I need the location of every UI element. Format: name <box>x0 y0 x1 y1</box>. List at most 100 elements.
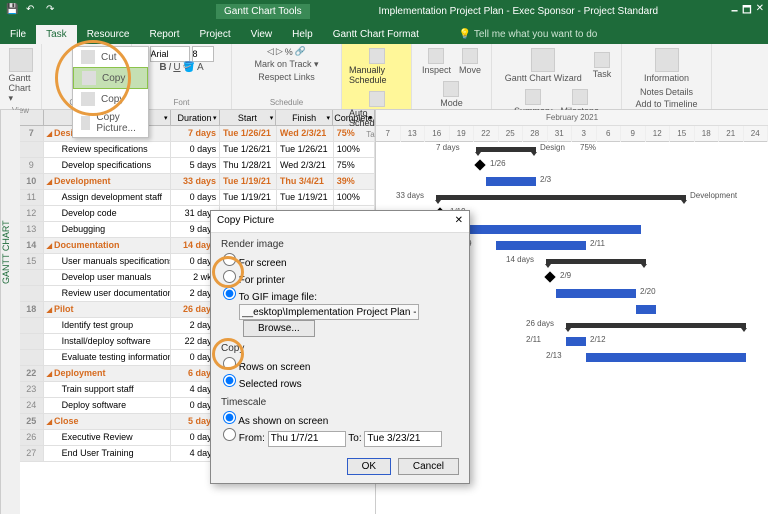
picture-icon <box>81 116 90 130</box>
undo-icon[interactable]: ↶ <box>26 4 40 18</box>
ok-button[interactable]: OK <box>347 458 391 475</box>
title-bar: 💾 ↶ ↷ Gantt Chart Tools Implementation P… <box>0 0 768 22</box>
information-button[interactable]: Information <box>638 46 695 85</box>
move-icon <box>462 48 478 64</box>
ribbon-tabs: File Task Resource Report Project View H… <box>0 22 768 44</box>
tab-task[interactable]: Task <box>36 25 77 44</box>
copy-icon <box>81 92 95 106</box>
menu-copy-picture[interactable]: Copy Picture... <box>73 109 148 137</box>
radio-selected-rows[interactable]: Selected rows <box>221 374 459 390</box>
task-icon <box>594 52 610 68</box>
tab-resource[interactable]: Resource <box>77 25 140 44</box>
col-duration[interactable]: Duration▾ <box>171 110 220 125</box>
respect-links-button[interactable]: Respect Links <box>258 72 315 82</box>
quick-access-toolbar: 💾 ↶ ↷ <box>0 4 66 18</box>
to-date-input[interactable] <box>364 431 442 447</box>
gantt-bar <box>436 195 686 200</box>
tab-view[interactable]: View <box>241 25 283 44</box>
tab-report[interactable]: Report <box>140 25 190 44</box>
timescale-legend: Timescale <box>221 397 459 408</box>
outdent-icon[interactable]: ◁ <box>267 46 274 57</box>
render-legend: Render image <box>221 239 459 250</box>
gantt-bar <box>546 259 646 264</box>
mode-button[interactable]: Mode <box>437 79 466 110</box>
col-finish[interactable]: Finish▾ <box>276 110 333 125</box>
gantt-bar <box>496 241 586 250</box>
radio-from[interactable]: From: To: <box>221 428 459 447</box>
cut-icon <box>81 50 95 64</box>
copy-picture-dialog: Copy Picture ✕ Render image For screen F… <box>210 210 470 484</box>
table-row[interactable]: 9Develop specifications5 daysThu 1/28/21… <box>20 158 375 174</box>
from-date-input[interactable] <box>268 431 346 447</box>
timescale: February 2021 71316192225283136912151821… <box>376 110 768 142</box>
radio-for-printer[interactable]: For printer <box>221 270 459 286</box>
dialog-close-button[interactable]: ✕ <box>455 215 463 228</box>
redo-icon[interactable]: ↷ <box>46 4 60 18</box>
ribbon: Gantt Chart ▾ View Paste Cut Copy Copy C… <box>0 44 768 110</box>
font-name-input[interactable] <box>150 46 190 62</box>
milestone-marker <box>474 159 485 170</box>
table-row[interactable]: Review specifications0 daysTue 1/26/21Tu… <box>20 142 375 158</box>
menu-copy[interactable]: Copy <box>73 67 148 89</box>
radio-rows-screen[interactable]: Rows on screen <box>221 357 459 373</box>
timeline-button[interactable]: Add to Timeline <box>635 99 697 109</box>
indent-icon[interactable]: ▷ <box>276 46 283 57</box>
gantt-bar <box>556 289 636 298</box>
font-color-icon[interactable]: A <box>197 62 204 73</box>
percent-icon[interactable]: % <box>285 47 293 57</box>
col-start[interactable]: Start▾ <box>220 110 277 125</box>
gif-path-input[interactable] <box>239 304 419 320</box>
details-button[interactable]: Details <box>666 87 694 97</box>
underline-button[interactable]: U <box>173 62 180 73</box>
tab-file[interactable]: File <box>0 25 36 44</box>
minimize-icon[interactable]: 🗕 <box>731 3 738 20</box>
gantt-bar <box>586 353 746 362</box>
gantt-icon <box>9 48 33 72</box>
notes-button[interactable]: Notes <box>640 87 664 97</box>
gantt-bar <box>636 305 656 314</box>
gantt-chart-button[interactable]: Gantt Chart ▾ <box>3 46 39 106</box>
tell-me[interactable]: 💡 Tell me what you want to do <box>449 25 607 44</box>
browse-button[interactable]: Browse... <box>243 320 315 337</box>
inspect-button[interactable]: Inspect <box>419 46 454 77</box>
radio-for-screen[interactable]: For screen <box>221 253 459 269</box>
move-button[interactable]: Move <box>456 46 484 77</box>
italic-button[interactable]: I <box>169 62 172 73</box>
close-icon[interactable]: ✕ <box>756 3 764 20</box>
context-tab-label: Gantt Chart Tools <box>216 4 310 19</box>
cancel-button[interactable]: Cancel <box>398 458 459 475</box>
menu-copy-2[interactable]: Copy <box>73 89 148 109</box>
table-row[interactable]: 11Assign development staff0 daysTue 1/19… <box>20 190 375 206</box>
save-icon[interactable]: 💾 <box>6 4 20 18</box>
gantt-bar <box>486 177 536 186</box>
gantt-wizard-button[interactable]: Gantt Chart Wizard <box>499 46 588 85</box>
mark-on-track-button[interactable]: Mark on Track ▾ <box>254 59 318 70</box>
tab-project[interactable]: Project <box>190 25 241 44</box>
document-title: Implementation Project Plan - Exec Spons… <box>310 6 727 17</box>
manual-schedule-button[interactable]: Manually Schedule <box>346 46 407 87</box>
fill-color-icon[interactable]: 🪣 <box>183 62 195 73</box>
gantt-bar <box>441 225 641 234</box>
task-button[interactable]: Task <box>590 50 615 81</box>
menu-cut[interactable]: Cut <box>73 47 148 67</box>
copy-legend: Copy <box>221 343 459 354</box>
gantt-bar <box>476 147 536 152</box>
wizard-icon <box>531 48 555 72</box>
mode-icon <box>443 81 459 97</box>
font-size-input[interactable] <box>192 46 214 62</box>
copy-icon <box>82 71 96 85</box>
view-sidebar-label: GANTT CHART <box>0 110 20 514</box>
table-row[interactable]: 10Development33 daysTue 1/19/21Thu 3/4/2… <box>20 174 375 190</box>
milestone-marker <box>544 271 555 282</box>
radio-to-gif[interactable]: To GIF image file: <box>221 287 459 303</box>
gantt-bar <box>566 323 746 328</box>
col-complete[interactable]: Complete▾ <box>333 110 375 125</box>
gantt-bar <box>566 337 586 346</box>
tab-format[interactable]: Gantt Chart Format <box>323 25 429 44</box>
tab-help[interactable]: Help <box>282 25 323 44</box>
radio-as-shown[interactable]: As shown on screen <box>221 411 459 427</box>
col-id[interactable] <box>20 110 44 125</box>
link-icon[interactable]: 🔗 <box>295 46 306 57</box>
maximize-icon[interactable]: 🗖 <box>742 3 752 20</box>
bold-button[interactable]: B <box>159 62 166 73</box>
